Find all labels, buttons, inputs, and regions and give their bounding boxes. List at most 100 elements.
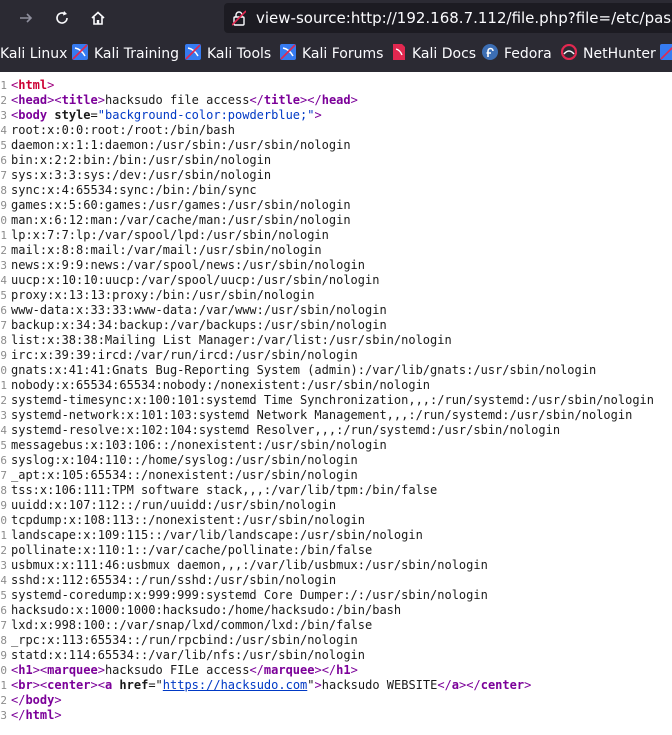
- passwd-line: nobody:x:65534:65534:nobody:/nonexistent…: [11, 378, 431, 392]
- passwd-line: usbmux:x:111:46:usbmux daemon,,,:/var/li…: [11, 558, 488, 572]
- line-number: 0: [0, 364, 7, 377]
- passwd-line: root:x:0:0:root:/root:/bin/bash: [11, 123, 235, 137]
- line-number: 8: [0, 334, 7, 347]
- hacksudo-link[interactable]: https://hacksudo.com: [163, 678, 308, 692]
- source-line: <body style="background-color:powderblue…: [11, 108, 322, 122]
- line-number: 8: [0, 484, 7, 497]
- bookmark-kali-training[interactable]: Kali Training: [72, 36, 179, 72]
- line-number: 5: [0, 139, 7, 152]
- passwd-line: list:x:38:38:Mailing List Manager:/var/l…: [11, 333, 452, 347]
- line-number: 2: [0, 544, 7, 557]
- marquee-text: hacksudo FILe access: [104, 663, 250, 677]
- home-icon[interactable]: [84, 4, 112, 32]
- line-number: 0: [0, 514, 7, 527]
- page-title-text: hacksudo file access: [104, 93, 250, 107]
- line-number: 3: [0, 559, 7, 572]
- passwd-line: _apt:x:105:65534::/nonexistent:/usr/sbin…: [11, 468, 358, 482]
- line-number: 7: [0, 169, 7, 182]
- passwd-line: www-data:x:33:33:www-data:/var/www:/usr/…: [11, 303, 387, 317]
- line-number: 1: [0, 529, 7, 542]
- line-number: 9: [0, 349, 7, 362]
- line-number: 1: [0, 79, 7, 92]
- kali-forums-icon: [280, 44, 296, 64]
- passwd-line: _rpc:x:113:65534::/run/rpcbind:/usr/sbin…: [11, 633, 358, 647]
- passwd-line: pollinate:x:110:1::/var/cache/pollinate:…: [11, 543, 373, 557]
- passwd-line: sync:x:4:65534:sync:/bin:/bin/sync: [11, 183, 257, 197]
- line-number: 1: [0, 379, 7, 392]
- bookmark-kali-linux[interactable]: Kali Linux: [0, 36, 67, 72]
- line-number: 8: [0, 184, 7, 197]
- passwd-line: uuidd:x:107:112::/run/uuidd:/usr/sbin/no…: [11, 498, 337, 512]
- source-line: <br><center><a href="https://hacksudo.co…: [11, 678, 532, 692]
- bookmark-nethunter[interactable]: NetHunter: [560, 36, 656, 72]
- line-number: 9: [0, 649, 7, 662]
- bookmark-label: Fedora: [504, 46, 552, 62]
- passwd-line: systemd-timesync:x:100:101:systemd Time …: [11, 393, 654, 407]
- line-number: 4: [0, 424, 7, 437]
- passwd-line: daemon:x:1:1:daemon:/usr/sbin:/usr/sbin/…: [11, 138, 351, 152]
- passwd-line: news:x:9:9:news:/var/spool/news:/usr/sbi…: [11, 258, 366, 272]
- insecure-lock-icon[interactable]: [231, 10, 247, 30]
- line-number: 6: [0, 304, 7, 317]
- line-number: 2: [0, 694, 7, 707]
- passwd-line: lp:x:7:7:lp:/var/spool/lpd:/usr/sbin/nol…: [11, 228, 329, 242]
- passwd-line: man:x:6:12:man:/var/cache/man:/usr/sbin/…: [11, 213, 351, 227]
- bookmark-kali-forums[interactable]: Kali Forums: [280, 36, 383, 72]
- passwd-line: lxd:x:998:100::/var/snap/lxd/common/lxd:…: [11, 618, 373, 632]
- line-number: 7: [0, 469, 7, 482]
- bookmark-label: Kali Docs: [412, 46, 477, 62]
- bookmark-fedora[interactable]: Fedora: [482, 36, 552, 72]
- bookmark-kali-docs[interactable]: Kali Docs: [392, 36, 476, 72]
- passwd-line: syslog:x:104:110::/home/syslog:/usr/sbin…: [11, 453, 358, 467]
- bookmark-kali-tools[interactable]: Kali Tools: [185, 36, 271, 72]
- line-number: 6: [0, 154, 7, 167]
- line-number: 2: [0, 94, 7, 107]
- line-number: 1: [0, 679, 7, 692]
- nethunter-icon: [560, 43, 578, 64]
- source-line: </html>: [11, 708, 62, 722]
- line-number: 4: [0, 124, 7, 137]
- kali-training-icon: [72, 44, 88, 64]
- line-number: 6: [0, 604, 7, 617]
- bookmark-label: NetHunter: [583, 46, 656, 62]
- reload-icon[interactable]: [48, 4, 76, 32]
- passwd-line: sys:x:3:3:sys:/dev:/usr/sbin/nologin: [11, 168, 272, 182]
- view-source-content: <html> <head><title>hacksudo file access…: [0, 72, 672, 735]
- passwd-line: gnats:x:41:41:Gnats Bug-Reporting System…: [11, 363, 597, 377]
- passwd-line: backup:x:34:34:backup:/var/backups:/usr/…: [11, 318, 387, 332]
- line-number: 5: [0, 289, 7, 302]
- line-number: 3: [0, 109, 7, 122]
- bookmark-label: Kali Linux: [0, 46, 68, 62]
- passwd-line: systemd-network:x:101:103:systemd Networ…: [11, 408, 633, 422]
- forward-icon[interactable]: [12, 4, 40, 32]
- line-number: 8: [0, 634, 7, 647]
- line-number: 4: [0, 574, 7, 587]
- kali-overflow-icon: [660, 44, 672, 64]
- passwd-line: mail:x:8:8:mail:/var/mail:/usr/sbin/nolo…: [11, 243, 322, 257]
- passwd-line: systemd-resolve:x:102:104:systemd Resolv…: [11, 423, 561, 437]
- bookmark-label: Kali Forums: [302, 46, 384, 62]
- link-text: hacksudo WEBSITE: [321, 678, 438, 692]
- passwd-line: proxy:x:13:13:proxy:/bin:/usr/sbin/nolog…: [11, 288, 315, 302]
- url-bar[interactable]: view-source:http://192.168.7.112/file.ph…: [224, 3, 672, 33]
- source-line: <html>: [11, 78, 55, 92]
- line-number: 2: [0, 244, 7, 257]
- line-number: 9: [0, 499, 7, 512]
- bookmark-overflow[interactable]: [660, 36, 672, 72]
- passwd-line: irc:x:39:39:ircd:/var/run/ircd:/usr/sbin…: [11, 348, 358, 362]
- source-line: </body>: [11, 693, 62, 707]
- bookmark-label: Kali Training: [94, 46, 179, 62]
- passwd-line: tcpdump:x:108:113::/nonexistent:/usr/sbi…: [11, 513, 366, 527]
- passwd-line: hacksudo:x:1000:1000:hacksudo:/home/hack…: [11, 603, 402, 617]
- line-number: 6: [0, 454, 7, 467]
- line-number: 5: [0, 439, 7, 452]
- fedora-icon: [482, 44, 498, 64]
- passwd-line: bin:x:2:2:bin:/bin:/usr/sbin/nologin: [11, 153, 272, 167]
- line-number: 7: [0, 319, 7, 332]
- passwd-line: tss:x:106:111:TPM software stack,,,:/var…: [11, 483, 438, 497]
- passwd-line: sshd:x:112:65534::/run/sshd:/usr/sbin/no…: [11, 573, 337, 587]
- line-number: 9: [0, 199, 7, 212]
- passwd-line: landscape:x:109:115::/var/lib/landscape:…: [11, 528, 423, 542]
- bookmark-label: Kali Tools: [207, 46, 272, 62]
- url-text[interactable]: view-source:http://192.168.7.112/file.ph…: [256, 9, 672, 27]
